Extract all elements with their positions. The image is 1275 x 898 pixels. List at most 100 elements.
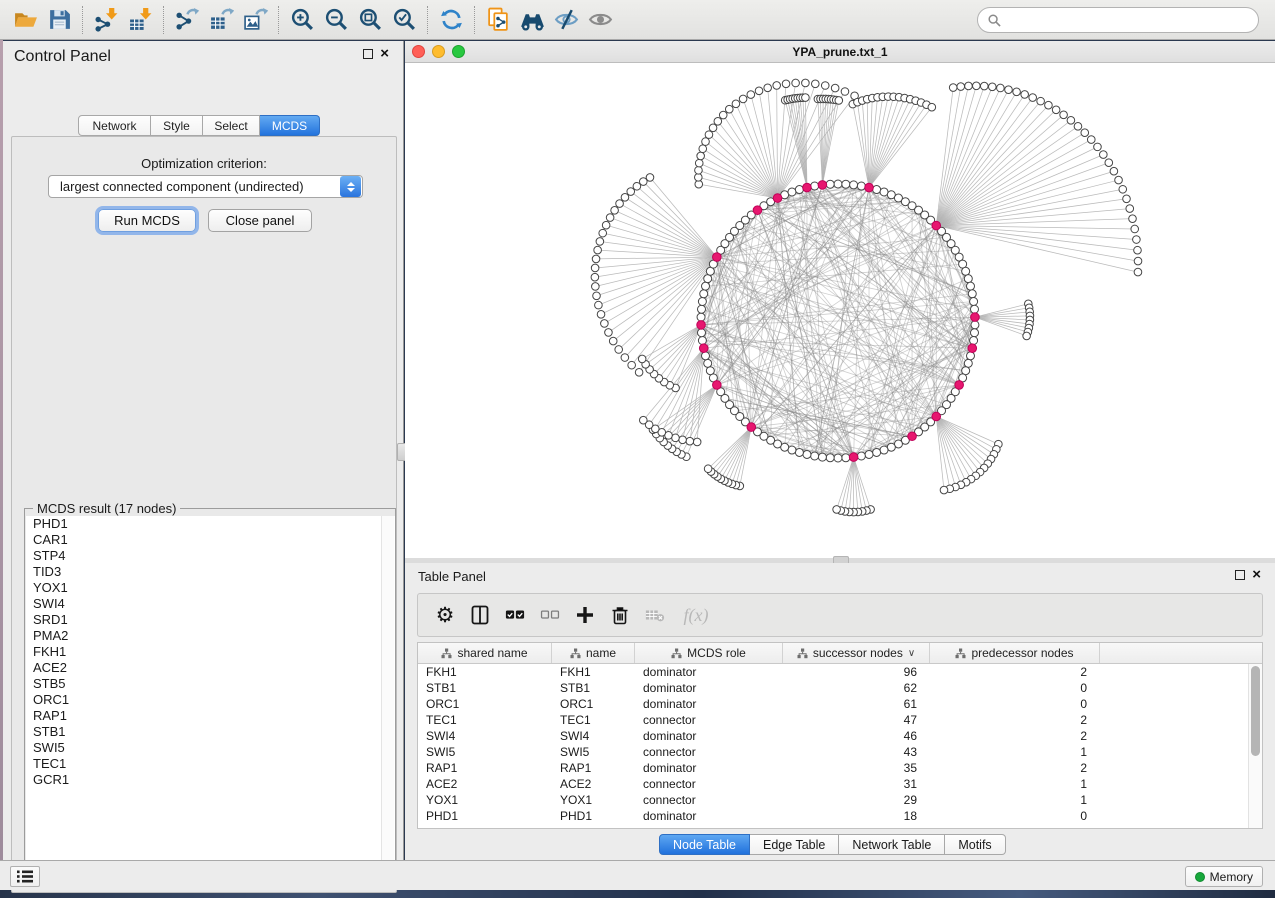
column-header-MCDS-role[interactable]: MCDS role (635, 643, 783, 663)
table-cell: SWI4 (552, 729, 635, 743)
function-builder-button[interactable]: f(x) (675, 600, 717, 630)
network-graph[interactable] (405, 63, 1275, 558)
float-window-icon[interactable] (363, 49, 373, 59)
mcds-result-item[interactable]: TID3 (26, 564, 395, 580)
memory-button[interactable]: Memory (1185, 866, 1263, 887)
mcds-result-item[interactable]: FKH1 (26, 644, 395, 660)
mcds-result-item[interactable]: SWI5 (26, 740, 395, 756)
search-input[interactable] (1007, 13, 1248, 27)
mcds-result-item[interactable]: CAR1 (26, 532, 395, 548)
run-mcds-button[interactable]: Run MCDS (98, 209, 196, 232)
zoom-out-button[interactable] (319, 5, 353, 35)
mcds-result-item[interactable]: PHD1 (26, 516, 395, 532)
table-cell: 1 (930, 793, 1100, 807)
table-body[interactable]: FKH1FKH1dominator962STB1STB1dominator620… (418, 664, 1262, 824)
table-row[interactable]: TEC1TEC1connector472 (418, 712, 1262, 728)
first-neighbors-button[interactable] (515, 5, 549, 35)
save-session-button[interactable] (42, 5, 76, 35)
mcds-result-item[interactable]: STB1 (26, 724, 395, 740)
mcds-result-item[interactable]: RAP1 (26, 708, 395, 724)
mcds-result-item[interactable]: ACE2 (26, 660, 395, 676)
import-table-icon (128, 7, 153, 32)
table-cell: ORC1 (552, 697, 635, 711)
table-scrollbar-thumb[interactable] (1251, 666, 1260, 756)
export-table-button[interactable] (204, 5, 238, 35)
column-header-successor-nodes[interactable]: successor nodes∨ (783, 643, 930, 663)
mcds-result-item[interactable]: SRD1 (26, 612, 395, 628)
mcds-result-item[interactable]: TEC1 (26, 756, 395, 772)
show-columns-button[interactable] (465, 600, 495, 630)
mcds-result-item[interactable]: YOX1 (26, 580, 395, 596)
maximize-traffic-light[interactable] (452, 45, 465, 58)
tab-network[interactable]: Network (78, 115, 151, 136)
close-panel-icon[interactable]: × (380, 49, 389, 59)
table-row[interactable]: RAP1RAP1dominator352 (418, 760, 1262, 776)
tab-edge-table[interactable]: Edge Table (750, 834, 839, 855)
deselect-all-button[interactable] (535, 600, 565, 630)
close-panel-icon[interactable]: × (1252, 570, 1261, 580)
table-row[interactable]: YOX1YOX1connector291 (418, 792, 1262, 808)
export-image-button[interactable] (238, 5, 272, 35)
delete-column-button[interactable] (605, 600, 635, 630)
apply-layout-button[interactable] (434, 5, 468, 35)
mcds-result-list[interactable]: PHD1CAR1STP4TID3YOX1SWI4SRD1PMA2FKH1ACE2… (26, 516, 395, 879)
table-options-button[interactable]: ⚙ (430, 600, 460, 630)
tab-node-table[interactable]: Node Table (659, 834, 750, 855)
import-table-button[interactable] (123, 5, 157, 35)
table-row[interactable]: SWI5SWI5connector431 (418, 744, 1262, 760)
fit-content-button[interactable] (353, 5, 387, 35)
tab-mcds[interactable]: MCDS (260, 115, 320, 136)
mcds-result-item[interactable]: STB5 (26, 676, 395, 692)
tab-motifs[interactable]: Motifs (945, 834, 1005, 855)
table-cell: 43 (783, 745, 930, 759)
toolbar-separator (474, 6, 475, 34)
export-network-button[interactable] (170, 5, 204, 35)
table-row[interactable]: SWI4SWI4dominator462 (418, 728, 1262, 744)
table-cell: YOX1 (418, 793, 552, 807)
delete-table-icon (645, 605, 665, 625)
table-cell: 29 (783, 793, 930, 807)
create-column-button[interactable] (570, 600, 600, 630)
float-window-icon[interactable] (1235, 570, 1245, 580)
mcds-list-scrollbar[interactable] (381, 516, 394, 879)
optimization-criterion-select[interactable]: largest connected component (undirected) (48, 175, 363, 198)
open-session-button[interactable] (8, 5, 42, 35)
fx-icon: f(x) (684, 605, 709, 626)
table-row[interactable]: FKH1FKH1dominator962 (418, 664, 1262, 680)
show-all-button[interactable] (583, 5, 617, 35)
mcds-result-item[interactable]: PMA2 (26, 628, 395, 644)
new-network-from-selection-button[interactable] (481, 5, 515, 35)
close-traffic-light[interactable] (412, 45, 425, 58)
minimize-traffic-light[interactable] (432, 45, 445, 58)
mcds-result-item[interactable]: SWI4 (26, 596, 395, 612)
tab-style[interactable]: Style (151, 115, 203, 136)
network-titlebar[interactable]: YPA_prune.txt_1 (405, 41, 1275, 63)
zoom-in-button[interactable] (285, 5, 319, 35)
close-panel-button[interactable]: Close panel (208, 209, 312, 232)
toolbar-separator (163, 6, 164, 34)
network-window: YPA_prune.txt_1 (405, 41, 1275, 558)
network-canvas[interactable] (405, 63, 1275, 558)
column-header-predecessor-nodes[interactable]: predecessor nodes (930, 643, 1100, 663)
table-cell: dominator (635, 665, 783, 679)
fit-selected-button[interactable] (387, 5, 421, 35)
table-row[interactable]: STB1STB1dominator620 (418, 680, 1262, 696)
column-header-name[interactable]: name (552, 643, 635, 663)
table-scrollbar[interactable] (1248, 664, 1262, 828)
tab-network-table[interactable]: Network Table (839, 834, 945, 855)
table-row[interactable]: PHD1PHD1dominator180 (418, 808, 1262, 824)
import-network-button[interactable] (89, 5, 123, 35)
select-stepper-icon (340, 176, 361, 197)
show-task-history-button[interactable] (10, 866, 40, 887)
table-row[interactable]: ACE2ACE2connector311 (418, 776, 1262, 792)
tab-select[interactable]: Select (203, 115, 260, 136)
mcds-result-item[interactable]: GCR1 (26, 772, 395, 788)
mcds-result-item[interactable]: STP4 (26, 548, 395, 564)
column-type-icon (441, 648, 452, 659)
hide-selected-button[interactable] (549, 5, 583, 35)
column-header-shared-name[interactable]: shared name (418, 643, 552, 663)
table-row[interactable]: ORC1ORC1dominator610 (418, 696, 1262, 712)
select-all-button[interactable] (500, 600, 530, 630)
delete-table-button[interactable] (640, 600, 670, 630)
mcds-result-item[interactable]: ORC1 (26, 692, 395, 708)
